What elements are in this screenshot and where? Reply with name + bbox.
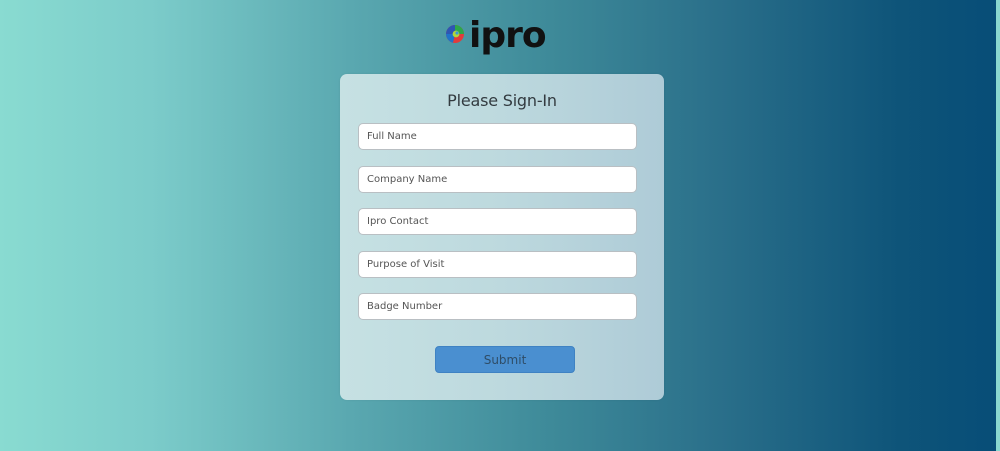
purpose-of-visit-input[interactable] (358, 251, 637, 278)
company-name-input[interactable] (358, 166, 637, 193)
sign-in-card: Please Sign-In Submit (340, 74, 664, 400)
window-edge (996, 0, 1000, 451)
badge-number-input[interactable] (358, 293, 637, 320)
full-name-input[interactable] (358, 123, 637, 150)
submit-button[interactable]: Submit (435, 346, 575, 373)
form-title: Please Sign-In (447, 91, 557, 110)
ipro-contact-input[interactable] (358, 208, 637, 235)
ipro-logo: ipro (442, 10, 564, 60)
ipro-logo-graphic: ipro (446, 15, 547, 56)
ipro-swirl-icon (446, 25, 464, 43)
logo-wordmark: ipro (469, 15, 546, 56)
